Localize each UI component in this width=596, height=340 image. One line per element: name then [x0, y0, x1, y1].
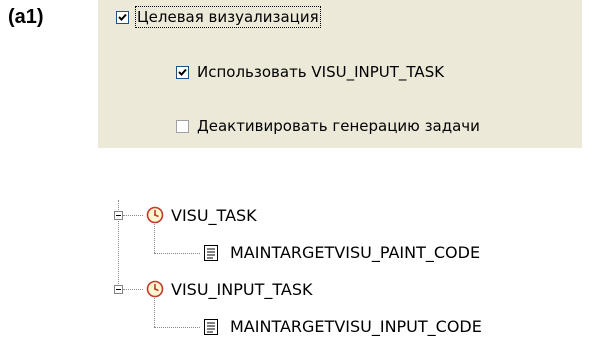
collapse-toggle-visu-input-task[interactable] — [114, 285, 123, 294]
tree-line — [154, 298, 155, 327]
program-call-icon — [204, 245, 218, 261]
tree-line — [154, 327, 200, 328]
task-tree: VISU_TASK MAINTARGETVISU_PAINT_CODE VISU… — [0, 0, 596, 340]
clock-icon — [146, 280, 164, 298]
collapse-toggle-visu-task[interactable] — [114, 211, 123, 220]
clock-icon — [146, 206, 164, 224]
tree-line — [123, 215, 143, 216]
program-call-icon — [204, 319, 218, 335]
tree-line — [154, 224, 155, 253]
task-name-visu-task[interactable]: VISU_TASK — [171, 206, 257, 225]
tree-line — [123, 289, 143, 290]
task-name-visu-input-task[interactable]: VISU_INPUT_TASK — [171, 280, 312, 299]
call-name-input-code[interactable]: MAINTARGETVISU_INPUT_CODE — [230, 317, 482, 336]
call-name-paint-code[interactable]: MAINTARGETVISU_PAINT_CODE — [230, 243, 480, 262]
tree-line — [154, 253, 200, 254]
